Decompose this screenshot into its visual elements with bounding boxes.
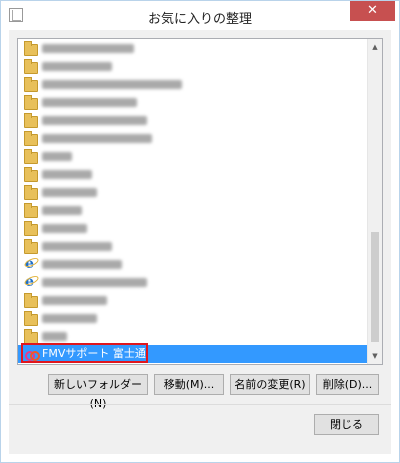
- blurred-label: [42, 188, 97, 197]
- blurred-label: [42, 152, 72, 161]
- list-item[interactable]: [18, 93, 368, 111]
- ie-page-icon: [24, 255, 38, 273]
- blurred-label: [42, 224, 87, 233]
- blurred-label: [42, 242, 112, 251]
- new-folder-button[interactable]: 新しいフォルダー(N): [48, 374, 148, 410]
- list-item[interactable]: [18, 201, 368, 219]
- blurred-label: [42, 44, 134, 53]
- divider: [9, 404, 391, 405]
- folder-icon: [24, 149, 38, 164]
- folder-icon: [24, 41, 38, 56]
- blurred-label: [42, 314, 97, 323]
- folder-icon: [24, 131, 38, 146]
- folder-icon: [24, 167, 38, 182]
- ie-page-icon: [24, 273, 38, 291]
- favorites-list[interactable]: FMVサポート 富士通 ▲ ▼: [17, 38, 383, 365]
- blurred-label: [42, 134, 152, 143]
- folder-icon: [24, 185, 38, 200]
- folder-icon: [24, 239, 38, 254]
- favorites-rows: FMVサポート 富士通: [18, 39, 368, 363]
- delete-button[interactable]: 削除(D)...: [316, 374, 379, 395]
- folder-icon: [24, 59, 38, 74]
- list-item[interactable]: [18, 147, 368, 165]
- list-item[interactable]: [18, 111, 368, 129]
- blurred-label: [42, 170, 92, 179]
- scroll-down-arrow-icon[interactable]: ▼: [368, 349, 382, 363]
- blurred-label: [42, 116, 147, 125]
- folder-icon: [24, 95, 38, 110]
- close-window-button[interactable]: ✕: [350, 1, 395, 21]
- blurred-label: [42, 332, 67, 341]
- folder-icon: [24, 113, 38, 128]
- title-bar: お気に入りの整理 ✕: [1, 1, 399, 30]
- blurred-label: [42, 278, 147, 287]
- folder-icon: [24, 329, 38, 344]
- blurred-label: [42, 260, 122, 269]
- blurred-label: [42, 98, 137, 107]
- list-item[interactable]: [18, 183, 368, 201]
- blurred-label: [42, 62, 112, 71]
- scroll-up-arrow-icon[interactable]: ▲: [368, 40, 382, 54]
- scroll-thumb[interactable]: [371, 232, 379, 342]
- blurred-label: [42, 80, 182, 89]
- folder-icon: [24, 293, 38, 308]
- list-item[interactable]: [18, 273, 368, 291]
- rename-button[interactable]: 名前の変更(R): [230, 374, 310, 395]
- folder-icon: [24, 77, 38, 92]
- folder-icon: [24, 203, 38, 218]
- list-item[interactable]: [18, 309, 368, 327]
- list-item[interactable]: [18, 219, 368, 237]
- vertical-scrollbar[interactable]: ▲ ▼: [367, 39, 382, 364]
- list-item[interactable]: [18, 129, 368, 147]
- dialog-title: お気に入りの整理: [147, 12, 252, 27]
- blurred-label: [42, 206, 82, 215]
- folder-icon: [24, 311, 38, 326]
- highlight-annotation: [21, 343, 148, 363]
- list-item[interactable]: [18, 39, 368, 57]
- close-button[interactable]: 閉じる: [314, 414, 379, 435]
- list-item[interactable]: [18, 237, 368, 255]
- list-item[interactable]: [18, 75, 368, 93]
- blurred-label: [42, 296, 107, 305]
- list-item[interactable]: [18, 57, 368, 75]
- move-button[interactable]: 移動(M)...: [154, 374, 224, 395]
- organize-favorites-dialog: お気に入りの整理 ✕ FMVサポート 富士通 ▲ ▼ 新しいフォルダー(N) 移…: [0, 0, 400, 463]
- dialog-content: FMVサポート 富士通 ▲ ▼ 新しいフォルダー(N) 移動(M)... 名前の…: [9, 30, 391, 454]
- list-item[interactable]: [18, 291, 368, 309]
- folder-icon: [24, 221, 38, 236]
- list-item[interactable]: [18, 165, 368, 183]
- list-item[interactable]: [18, 255, 368, 273]
